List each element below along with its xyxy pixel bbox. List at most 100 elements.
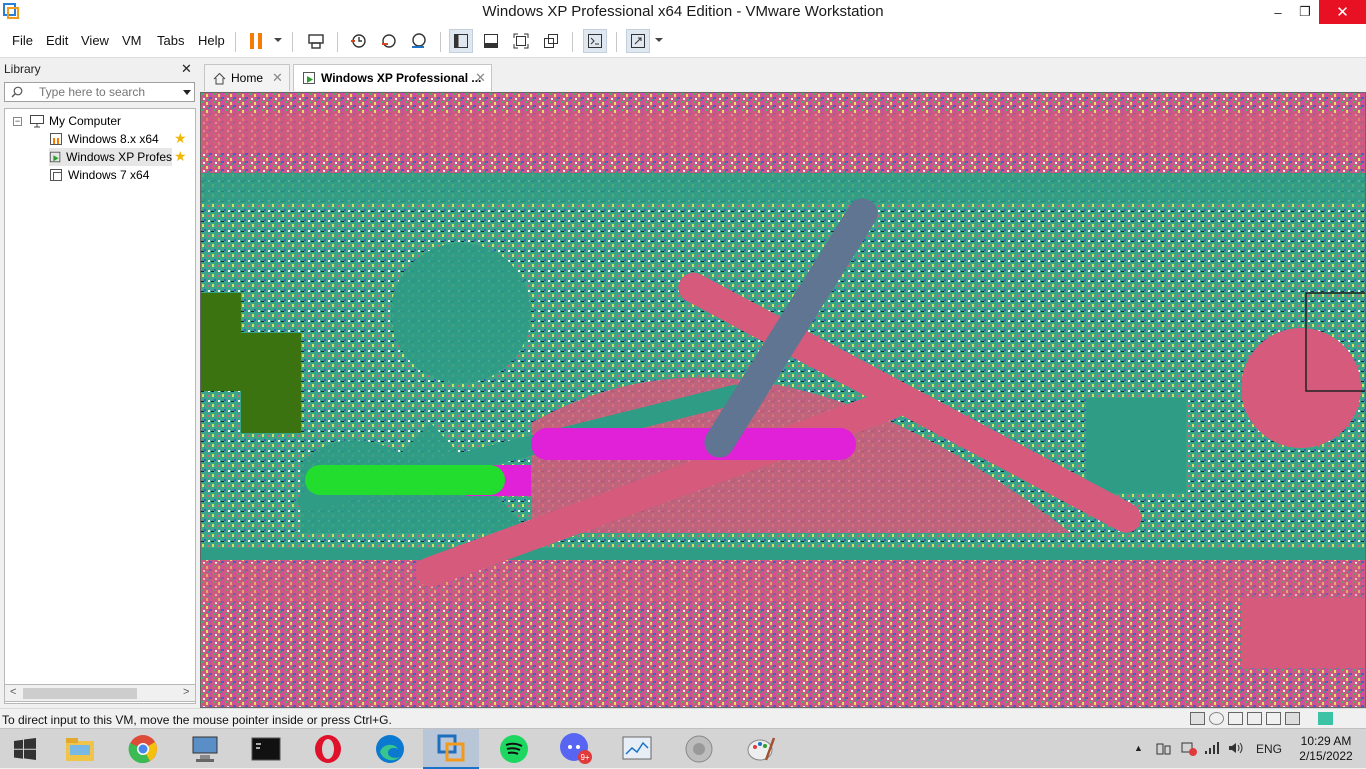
close-button[interactable]: ✕ [1319, 0, 1366, 24]
unity-button[interactable] [539, 29, 563, 53]
menu-edit[interactable]: Edit [46, 33, 68, 48]
tab-home[interactable]: Home ✕ [204, 64, 290, 91]
pause-button[interactable] [244, 29, 268, 53]
taskbar-app-command-prompt[interactable] [238, 729, 294, 769]
send-ctrl-alt-del-button[interactable] [304, 29, 328, 53]
home-icon [213, 72, 226, 84]
taskbar-app-paint[interactable] [733, 729, 789, 769]
tab-windows-xp[interactable]: Windows XP Professional ... ✕ [293, 64, 492, 91]
spotify-icon [500, 735, 528, 763]
tablet-icon [1156, 743, 1171, 755]
vm-console-display[interactable] [200, 92, 1366, 708]
start-button[interactable] [0, 729, 50, 769]
chart-window-icon [622, 736, 652, 760]
taskbar-clock[interactable]: 10:29 AM 2/15/2022 [1296, 734, 1356, 764]
taskbar-app-discord[interactable]: 9+ [548, 729, 604, 769]
toolbar-separator [235, 32, 236, 52]
terminal-icon [251, 737, 281, 761]
title-bar: Windows XP Professional x64 Edition - VM… [0, 0, 1366, 24]
take-snapshot-button[interactable] [346, 29, 370, 53]
library-horizontal-scrollbar[interactable]: < > [4, 684, 196, 702]
favorite-star-icon[interactable]: ★ [174, 148, 187, 165]
toolbar-separator [440, 32, 441, 52]
revert-snapshot-button[interactable] [376, 29, 400, 53]
tree-item-windows-xp[interactable]: Windows XP Profes [49, 148, 172, 166]
menu-view[interactable]: View [81, 33, 109, 48]
maximize-button[interactable]: ❐ [1290, 0, 1320, 24]
library-close-button[interactable]: ✕ [181, 61, 192, 77]
folder-icon [66, 738, 94, 761]
windows-taskbar: 9+ ▲ ENG 10:29 AM 2/15/2022 [0, 728, 1366, 769]
tree-item-my-computer[interactable]: My Computer [29, 112, 121, 130]
menu-file[interactable]: File [12, 33, 33, 48]
console-view-button[interactable] [583, 29, 607, 53]
show-hidden-icons-chevron[interactable]: ▲ [1134, 743, 1143, 753]
taskbar-app-vmware[interactable] [423, 729, 479, 769]
library-search[interactable] [4, 82, 195, 102]
stretch-guest-button[interactable] [626, 29, 650, 53]
taskbar-app-spotify[interactable] [486, 729, 542, 769]
menu-vm[interactable]: VM [122, 33, 142, 48]
device-tray-icon[interactable] [1155, 741, 1173, 760]
scroll-left-arrow[interactable]: < [10, 686, 16, 698]
snapshot-manager-button[interactable] [406, 29, 430, 53]
tab-close-button[interactable]: ✕ [475, 70, 486, 86]
toolbar-separator [572, 32, 573, 52]
stretch-dropdown-icon[interactable] [655, 38, 663, 42]
stretch-icon [631, 34, 645, 48]
menu-help[interactable]: Help [198, 33, 225, 48]
language-indicator[interactable]: ENG [1256, 742, 1282, 756]
volume-tray-icon[interactable] [1227, 741, 1245, 758]
scroll-right-arrow[interactable]: > [183, 686, 189, 698]
network-error-tray-icon[interactable] [1180, 741, 1198, 760]
taskbar-app-file-explorer[interactable] [52, 729, 108, 769]
vm-icon [50, 169, 62, 181]
menu-toolbar: File Edit View VM Tabs Help [0, 24, 1366, 58]
taskbar-app-speaker[interactable] [671, 729, 727, 769]
taskbar-app-this-pc[interactable] [177, 729, 233, 769]
vm-suspended-icon [50, 133, 62, 145]
sound-card-icon[interactable] [1266, 712, 1281, 725]
show-library-button[interactable] [449, 29, 473, 53]
tree-collapse-toggle[interactable]: − [13, 117, 22, 126]
search-input[interactable] [39, 84, 179, 100]
windows-logo-icon [14, 738, 36, 760]
menu-tabs[interactable]: Tabs [157, 33, 184, 48]
tree-label: Windows 7 x64 [68, 168, 150, 182]
minimize-button[interactable]: – [1263, 0, 1293, 24]
search-dropdown-icon[interactable] [183, 90, 191, 95]
console-icon [588, 34, 602, 48]
full-screen-button[interactable] [509, 29, 533, 53]
scrollbar-thumb[interactable] [23, 688, 137, 699]
tree-item-windows-7[interactable]: Windows 7 x64 [49, 166, 149, 184]
tab-label: Windows XP Professional ... [321, 71, 482, 85]
favorite-star-icon[interactable]: ★ [174, 130, 187, 147]
network-adapter-icon[interactable] [1228, 712, 1243, 725]
tree-item-windows-8[interactable]: Windows 8.x x64 [49, 130, 192, 148]
message-log-icon[interactable] [1318, 712, 1333, 725]
usb-device-icon[interactable] [1285, 712, 1300, 725]
taskbar-app-edge[interactable] [362, 729, 418, 769]
library-title: Library [4, 62, 41, 76]
taskbar-app-opera[interactable] [300, 729, 356, 769]
tab-close-button[interactable]: ✕ [272, 70, 283, 86]
cd-dvd-icon[interactable] [1209, 712, 1224, 725]
tree-label: Windows XP Profes [66, 150, 172, 164]
clock-date: 2/15/2022 [1299, 749, 1353, 763]
power-dropdown-icon[interactable] [274, 38, 282, 42]
taskbar-app-performance-monitor[interactable] [609, 729, 665, 769]
wifi-tray-icon[interactable] [1204, 741, 1220, 758]
taskbar-app-chrome[interactable] [115, 729, 171, 769]
hard-disk-icon[interactable] [1190, 712, 1205, 725]
thumbnail-bar-button[interactable] [479, 29, 503, 53]
status-bar: To direct input to this VM, move the mou… [0, 708, 1366, 728]
vm-tab-strip: Home ✕ Windows XP Professional ... ✕ [200, 58, 1366, 92]
signal-bars-icon [1205, 742, 1219, 754]
notification-badge: 9+ [580, 753, 589, 762]
printer-icon[interactable] [1247, 712, 1262, 725]
vmware-icon [437, 734, 465, 762]
library-pane-icon [454, 34, 468, 48]
library-panel: Library ✕ − My Computer Windows 8.x x64 … [0, 58, 200, 708]
edge-icon [376, 735, 404, 763]
paint-palette-icon [747, 737, 776, 761]
